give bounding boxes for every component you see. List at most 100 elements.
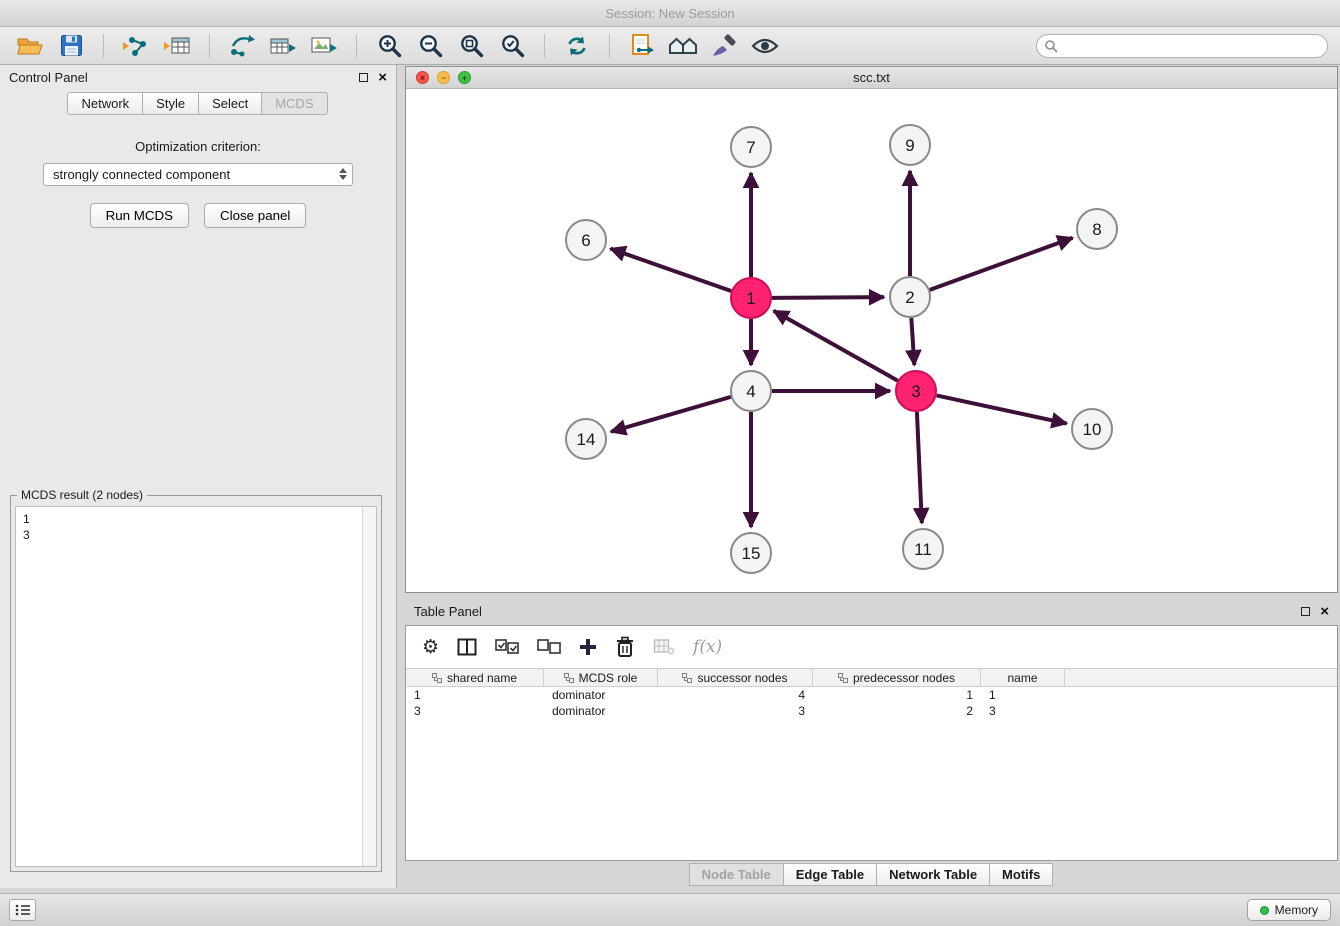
tool-panel-button[interactable] <box>9 899 36 921</box>
table-cell[interactable]: 3 <box>406 703 544 719</box>
graph-edge-1-6[interactable] <box>611 249 732 291</box>
first-neighbors-icon[interactable] <box>665 31 701 61</box>
add-column-icon[interactable] <box>579 638 597 656</box>
table-panel-title: Table Panel <box>414 604 482 619</box>
column-header-shared-name[interactable]: shared name <box>406 669 544 686</box>
graph-edge-2-3[interactable] <box>911 318 914 365</box>
window-title: Session: New Session <box>605 6 734 21</box>
column-header-name[interactable]: name <box>981 669 1065 686</box>
export-table-icon[interactable] <box>265 31 301 61</box>
graph-edge-3-1[interactable] <box>774 311 898 381</box>
graph-edge-3-10[interactable] <box>937 395 1067 423</box>
tab-select[interactable]: Select <box>198 92 262 115</box>
float-panel-icon[interactable] <box>359 73 368 82</box>
network-canvas[interactable]: 7968124310141511 <box>406 89 1337 592</box>
memory-button[interactable]: Memory <box>1247 899 1331 921</box>
floppy-icon <box>60 34 83 57</box>
style-brush-icon[interactable] <box>706 31 742 61</box>
window-minimize-icon[interactable]: − <box>437 71 450 84</box>
float-table-panel-icon[interactable] <box>1301 607 1310 616</box>
zoom-out-glyph <box>418 33 443 58</box>
criterion-select[interactable]: strongly connected component <box>43 163 353 186</box>
apply-layout-icon[interactable] <box>559 31 595 61</box>
control-panel-header: Control Panel × <box>0 65 396 89</box>
column-header-predecessor-nodes[interactable]: predecessor nodes <box>813 669 981 686</box>
toolbar-separator <box>609 34 610 58</box>
graph-edge-2-8[interactable] <box>930 238 1073 290</box>
control-panel-title: Control Panel <box>9 70 88 85</box>
table-toolbar: ⚙ <box>406 626 1337 668</box>
window-zoom-icon[interactable]: + <box>458 71 471 84</box>
select-all-icon[interactable] <box>495 639 519 655</box>
search-field-wrap <box>1036 34 1328 58</box>
tab-style[interactable]: Style <box>142 92 199 115</box>
show-columns-icon[interactable] <box>457 638 477 656</box>
table-cell[interactable]: 4 <box>658 687 813 703</box>
graph-edge-4-14[interactable] <box>611 397 731 432</box>
toolbar-separator <box>544 34 545 58</box>
import-table-icon[interactable] <box>159 31 195 61</box>
table-cell[interactable]: 3 <box>658 703 813 719</box>
graph-node-label: 11 <box>914 540 932 559</box>
graph-edge-1-2[interactable] <box>772 297 884 298</box>
close-panel-icon[interactable]: × <box>378 70 387 85</box>
save-session-icon[interactable] <box>53 31 89 61</box>
import-network-icon[interactable] <box>118 31 154 61</box>
graph-node-label: 4 <box>746 382 755 401</box>
eye-glyph <box>751 36 779 56</box>
table-panel-header: Table Panel × <box>405 599 1338 623</box>
window-close-icon[interactable]: × <box>416 71 429 84</box>
table-row[interactable]: 1dominator411 <box>406 687 1337 703</box>
open-session-icon[interactable] <box>12 31 48 61</box>
network-file-icon[interactable] <box>624 31 660 61</box>
network-import-glyph <box>122 34 150 58</box>
export-image-icon[interactable] <box>306 31 342 61</box>
tab-network-table[interactable]: Network Table <box>876 863 990 886</box>
table-cell[interactable]: 1 <box>981 687 1065 703</box>
tab-edge-table[interactable]: Edge Table <box>783 863 877 886</box>
column-header-mcds-role[interactable]: MCDS role <box>544 669 658 686</box>
search-input[interactable] <box>1036 34 1328 58</box>
optimization-criterion-label: Optimization criterion: <box>0 139 396 154</box>
mcds-result-line: 3 <box>23 527 369 543</box>
column-header-successor-nodes[interactable]: successor nodes <box>658 669 813 686</box>
column-sort-icon <box>682 673 692 683</box>
zoom-in-icon[interactable] <box>371 31 407 61</box>
table-cell[interactable]: 1 <box>406 687 544 703</box>
tab-mcds[interactable]: MCDS <box>261 92 327 115</box>
deselect-all-icon[interactable] <box>537 639 561 655</box>
import-table-disabled-icon <box>653 638 675 656</box>
zoom-out-icon[interactable] <box>412 31 448 61</box>
mcds-result-title: MCDS result (2 nodes) <box>17 488 147 502</box>
zoom-fit-icon[interactable] <box>453 31 489 61</box>
graph-edge-3-11[interactable] <box>917 412 922 523</box>
result-scrollbar[interactable] <box>362 507 376 866</box>
column-sort-icon <box>432 673 442 683</box>
table-cell[interactable]: 1 <box>813 687 981 703</box>
table-cell[interactable]: 2 <box>813 703 981 719</box>
run-mcds-button[interactable]: Run MCDS <box>90 203 189 228</box>
table-row[interactable]: 3dominator323 <box>406 703 1337 719</box>
network-export-glyph <box>228 34 256 58</box>
zoom-selected-icon[interactable] <box>494 31 530 61</box>
window-titlebar: Session: New Session <box>0 0 1340 27</box>
close-panel-button[interactable]: Close panel <box>204 203 306 228</box>
tab-node-table[interactable]: Node Table <box>689 863 784 886</box>
tab-motifs[interactable]: Motifs <box>989 863 1053 886</box>
table-cell[interactable]: 3 <box>981 703 1065 719</box>
content-area: Control Panel × Network Style Select MCD… <box>0 65 1340 893</box>
table-cell[interactable]: dominator <box>544 687 658 703</box>
graph-node-label: 1 <box>746 289 755 308</box>
table-cell[interactable]: dominator <box>544 703 658 719</box>
close-table-panel-icon[interactable]: × <box>1320 604 1329 619</box>
control-panel: Control Panel × Network Style Select MCD… <box>0 65 397 888</box>
list-icon <box>15 904 31 916</box>
export-network-icon[interactable] <box>224 31 260 61</box>
show-hide-icon[interactable] <box>747 31 783 61</box>
graph-node-label: 3 <box>911 382 920 401</box>
tab-network[interactable]: Network <box>67 92 143 115</box>
delete-column-icon[interactable] <box>615 636 635 658</box>
graph-node-label: 9 <box>905 136 914 155</box>
graph-node-label: 8 <box>1092 220 1101 239</box>
table-settings-icon[interactable]: ⚙ <box>422 638 439 657</box>
